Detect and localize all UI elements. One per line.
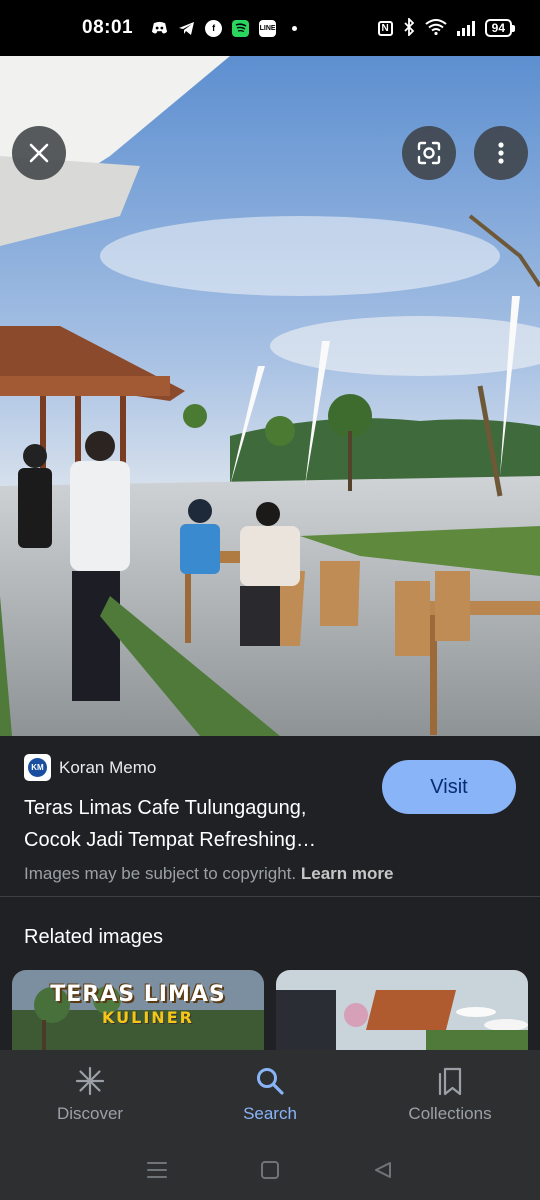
facebook-icon: f — [205, 19, 223, 37]
lens-search-button[interactable] — [402, 126, 456, 180]
image-info-panel: KM Koran Memo Teras Limas Cafe Tulungagu… — [0, 736, 540, 898]
asterisk-icon — [73, 1064, 107, 1098]
lens-icon — [416, 140, 442, 166]
main-image[interactable] — [0, 56, 540, 736]
close-icon — [28, 142, 50, 164]
back-button[interactable] — [370, 1157, 396, 1183]
related-image-card[interactable]: TERAS LIMAS KULINER — [12, 970, 264, 1050]
more-vert-icon — [497, 141, 505, 165]
system-status: N 94 — [377, 16, 516, 39]
home-button[interactable] — [257, 1157, 283, 1183]
search-icon — [253, 1064, 287, 1098]
notification-icons: f LINE — [151, 19, 298, 37]
nav-search-label: Search — [243, 1104, 297, 1123]
related-image-card[interactable] — [276, 970, 528, 1050]
clock: 08:01 — [82, 17, 134, 38]
bookmarks-icon — [433, 1064, 467, 1098]
discord-icon — [151, 20, 168, 37]
related-image-title: TERAS LIMAS — [50, 982, 226, 1007]
nav-search[interactable]: Search — [180, 1050, 360, 1140]
nav-collections[interactable]: Collections — [360, 1050, 540, 1140]
related-image-thumbnail — [276, 970, 528, 1050]
divider — [0, 896, 540, 897]
more-options-button[interactable] — [474, 126, 528, 180]
source-row[interactable]: KM Koran Memo — [24, 754, 156, 781]
visit-button[interactable]: Visit — [382, 760, 516, 814]
recents-button[interactable] — [144, 1157, 170, 1183]
telegram-icon — [178, 20, 195, 37]
bottom-navigation: Discover Search Collections — [0, 1050, 540, 1140]
copyright-notice: Images may be subject to copyright. Lear… — [24, 864, 393, 884]
spotify-icon — [232, 19, 250, 37]
status-bar: 08:01 f LINE N 94 — [0, 0, 540, 56]
result-title[interactable]: Teras Limas Cafe Tulungagung, Cocok Jadi… — [24, 792, 364, 856]
line-icon: LINE — [259, 19, 277, 37]
signal-icon — [456, 20, 475, 36]
nfc-icon: N — [377, 20, 393, 36]
more-notifications-dot — [292, 25, 298, 31]
related-image-subtitle: KULINER — [102, 1008, 194, 1027]
battery-icon: 94 — [484, 19, 516, 37]
close-button[interactable] — [12, 126, 66, 180]
cafe-photo — [0, 56, 540, 736]
learn-more-link[interactable]: Learn more — [301, 864, 394, 883]
wifi-icon — [425, 18, 447, 38]
nav-discover-label: Discover — [56, 1104, 124, 1123]
nav-discover[interactable]: Discover — [0, 1050, 180, 1140]
source-logo: KM — [24, 754, 51, 781]
related-images-heading: Related images — [24, 926, 163, 948]
copyright-text: Images may be subject to copyright. — [24, 864, 297, 883]
system-navigation-bar — [0, 1140, 540, 1200]
bluetooth-icon — [403, 16, 415, 39]
source-name: Koran Memo — [59, 757, 157, 777]
nav-collections-label: Collections — [408, 1104, 492, 1123]
